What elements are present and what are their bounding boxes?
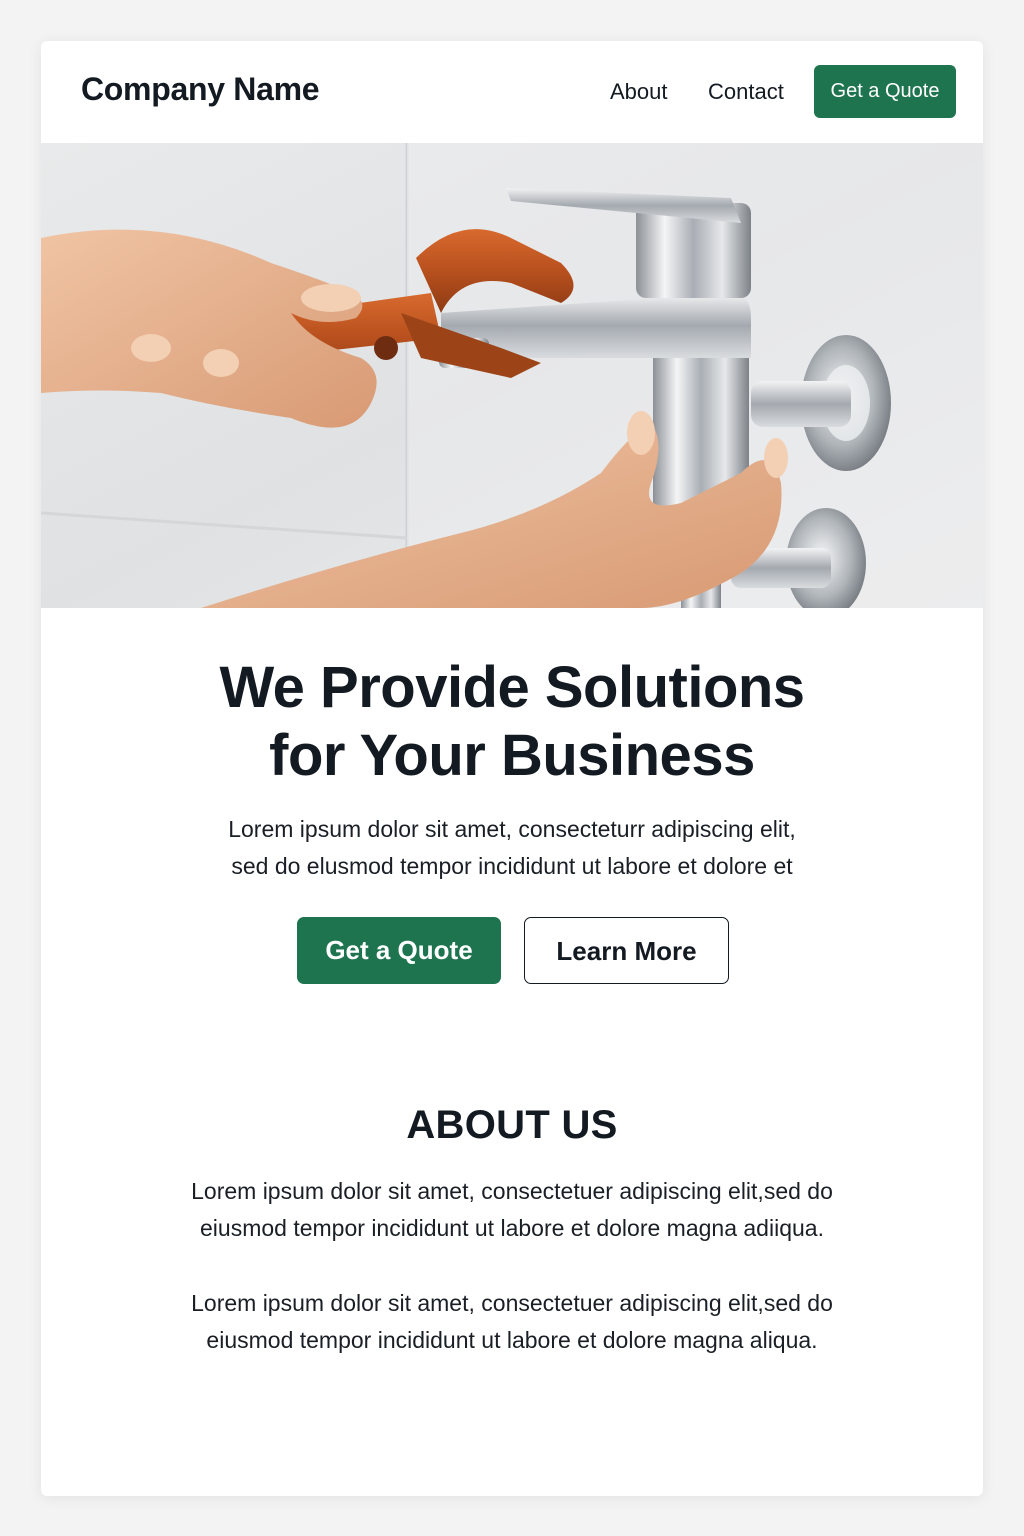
navbar: Company Name About Contact Get a Quote — [41, 41, 983, 143]
about-paragraph-2-line1: Lorem ipsum dolor sit amet, consectetuer… — [191, 1290, 833, 1316]
hero-headline-line1: We Provide Solutions — [219, 655, 805, 720]
about-paragraph-1-line2: eiusmod tempor incididunt ut labore et d… — [200, 1215, 824, 1241]
nav-link-about[interactable]: About — [610, 79, 668, 105]
about-section-title: ABOUT US — [406, 1103, 618, 1147]
hero-get-quote-button[interactable]: Get a Quote — [297, 917, 501, 984]
about-paragraph-2-line2: eiusmod tempor incididunt ut labore et d… — [206, 1327, 818, 1353]
hero-headline-line2: for Your Business — [269, 723, 755, 788]
hero-image — [41, 143, 983, 608]
about-paragraph-1-line1: Lorem ipsum dolor sit amet, consectetuer… — [191, 1178, 833, 1204]
nav-get-quote-button[interactable]: Get a Quote — [814, 65, 956, 118]
page-card: Company Name About Contact Get a Quote W… — [41, 41, 983, 1496]
nav-link-contact[interactable]: Contact — [708, 79, 784, 105]
about-paragraph-1: Lorem ipsum dolor sit amet, consectetuer… — [41, 1173, 983, 1247]
hero-subtext-line1: Lorem ipsum dolor sit amet, consecteturr… — [228, 816, 796, 842]
about-paragraph-2: Lorem ipsum dolor sit amet, consectetuer… — [41, 1285, 983, 1359]
hero-headline: We Provide Solutions for Your Business — [41, 654, 983, 790]
brand-logo-text[interactable]: Company Name — [81, 71, 320, 108]
hero-subtext-line2: sed do elusmod tempor incididunt ut labo… — [231, 853, 793, 879]
hero-subtext: Lorem ipsum dolor sit amet, consecteturr… — [41, 811, 983, 885]
hero-learn-more-button[interactable]: Learn More — [524, 917, 729, 984]
